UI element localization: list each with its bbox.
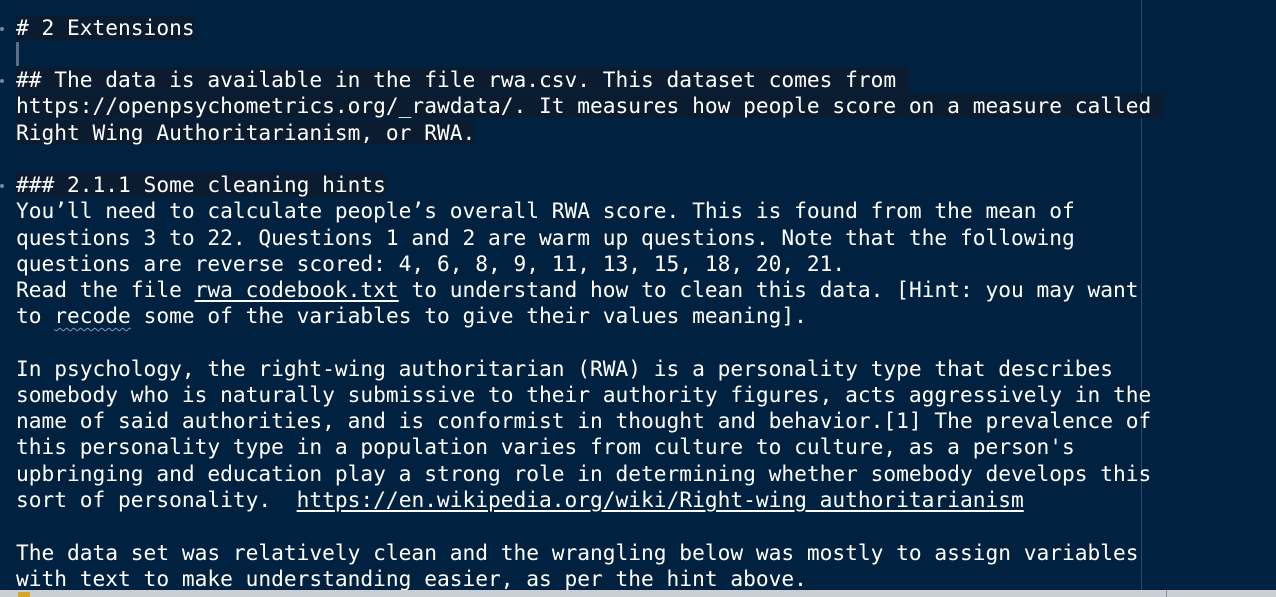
editor-line[interactable]: questions 3 to 22. Questions 1 and 2 are…	[16, 225, 1088, 251]
editor-line[interactable]: You’ll need to calculate people’s overal…	[16, 198, 1088, 224]
heading-text: ### 2.1.1 Some cleaning hints	[16, 172, 386, 197]
editor-line[interactable]: ## The data is available in the file rwa…	[16, 67, 909, 93]
text-cursor	[16, 42, 19, 66]
body-text: somebody who is naturally submissive to …	[16, 382, 1165, 407]
status-divider	[1166, 590, 1167, 597]
fold-marker-icon[interactable]	[0, 27, 4, 31]
body-text: name of said authorities, and is conform…	[16, 408, 1165, 433]
body-text: Read the file	[16, 277, 195, 302]
status-bar	[0, 590, 1276, 597]
editor-line[interactable]: Right Wing Authoritarianism, or RWA.	[16, 120, 476, 146]
editor-line[interactable]: name of said authorities, and is conform…	[16, 408, 1164, 434]
body-text: In psychology, the right-wing authoritar…	[16, 356, 1126, 381]
code-editor[interactable]: # 2 Extensions ## The data is available …	[0, 0, 1276, 597]
editor-line[interactable]: ### 2.1.1 Some cleaning hints	[16, 172, 386, 198]
body-text: some of the variables to give their valu…	[130, 303, 807, 328]
editor-line[interactable]: to recode some of the variables to give …	[16, 303, 807, 329]
heading-text: Right Wing Authoritarianism, or RWA.	[16, 120, 476, 145]
wikipedia-link[interactable]: https://en.wikipedia.org/wiki/Right-wing…	[297, 487, 1024, 512]
body-text: with text to make understanding easier, …	[16, 566, 807, 591]
heading-text: ## The data is available in the file rwa…	[16, 67, 909, 92]
body-text: questions 3 to 22. Questions 1 and 2 are…	[16, 225, 1088, 250]
codebook-filename[interactable]: rwa_codebook.txt	[195, 277, 399, 302]
editor-line[interactable]: https://openpsychometrics.org/_rawdata/.…	[16, 93, 1165, 119]
folder-icon[interactable]	[18, 592, 30, 597]
editor-line[interactable]: # 2 Extensions	[16, 15, 195, 41]
editor-line[interactable]: somebody who is naturally submissive to …	[16, 382, 1164, 408]
editor-line[interactable]: In psychology, the right-wing authoritar…	[16, 356, 1126, 382]
fold-marker-icon[interactable]	[0, 79, 4, 83]
editor-line[interactable]: this personality type in a population va…	[16, 434, 1088, 460]
heading-text: https://openpsychometrics.org/_rawdata/.…	[16, 93, 1165, 118]
body-text: You’ll need to calculate people’s overal…	[16, 198, 1088, 223]
body-text: The data set was relatively clean and th…	[16, 540, 1152, 565]
editor-line[interactable]: with text to make understanding easier, …	[16, 566, 807, 592]
editor-line[interactable]: The data set was relatively clean and th…	[16, 540, 1151, 566]
body-text: upbringing and education play a strong r…	[16, 461, 1165, 486]
body-text: questions are reverse scored: 4, 6, 8, 9…	[16, 251, 846, 276]
body-text: sort of personality.	[16, 487, 297, 512]
editor-line[interactable]: questions are reverse scored: 4, 6, 8, 9…	[16, 251, 845, 277]
editor-line[interactable]: upbringing and education play a strong r…	[16, 461, 1164, 487]
body-text: this personality type in a population va…	[16, 434, 1088, 459]
fold-marker-icon[interactable]	[0, 184, 4, 188]
editor-line[interactable]: sort of personality. https://en.wikipedi…	[16, 487, 1024, 513]
editor-line[interactable]: Read the file rwa_codebook.txt to unders…	[16, 277, 1151, 303]
body-text: to understand how to clean this data. [H…	[398, 277, 1152, 302]
body-text: to	[16, 303, 55, 328]
spellcheck-word[interactable]: recode	[54, 303, 131, 328]
heading-text: # 2 Extensions	[16, 15, 195, 40]
